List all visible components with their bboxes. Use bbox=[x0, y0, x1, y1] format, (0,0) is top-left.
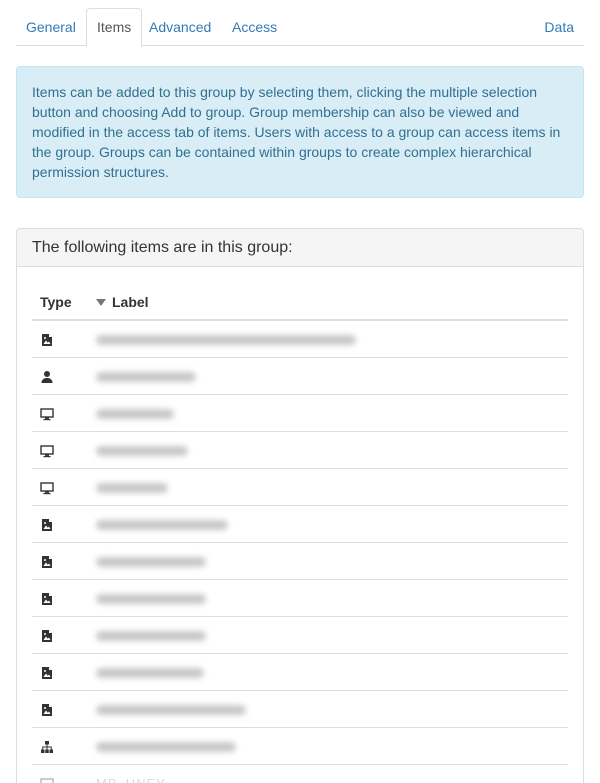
table-row[interactable] bbox=[32, 468, 568, 506]
monitor-icon bbox=[40, 441, 54, 457]
group-items-page: General Items Advanced Access Data Items… bbox=[0, 0, 600, 783]
type-cell bbox=[32, 579, 88, 617]
table-row[interactable] bbox=[32, 690, 568, 728]
redacted-label bbox=[96, 408, 174, 419]
type-cell bbox=[32, 431, 88, 469]
label-cell[interactable] bbox=[88, 616, 568, 654]
redacted-label bbox=[96, 519, 228, 530]
table-row[interactable] bbox=[32, 505, 568, 543]
type-cell bbox=[32, 320, 88, 358]
redacted-label bbox=[96, 667, 204, 678]
table-row[interactable] bbox=[32, 616, 568, 654]
image-icon bbox=[40, 589, 54, 605]
table-row[interactable] bbox=[32, 653, 568, 691]
redacted-label bbox=[96, 482, 168, 493]
type-cell bbox=[32, 468, 88, 506]
type-column-header[interactable]: Type bbox=[32, 284, 88, 321]
redacted-label bbox=[96, 371, 196, 382]
label-column-title: Label bbox=[112, 293, 149, 310]
table-row[interactable] bbox=[32, 394, 568, 432]
type-cell bbox=[32, 690, 88, 728]
table-row[interactable] bbox=[32, 579, 568, 617]
tab-access[interactable]: Access bbox=[222, 8, 287, 46]
type-cell bbox=[32, 727, 88, 765]
tab-data[interactable]: Data bbox=[534, 8, 584, 46]
label-cell[interactable] bbox=[88, 431, 568, 469]
redacted-label bbox=[96, 630, 206, 641]
redacted-label bbox=[96, 593, 206, 604]
label-cell[interactable] bbox=[88, 653, 568, 691]
redacted-label bbox=[96, 741, 236, 752]
info-alert: Items can be added to this group by sele… bbox=[16, 66, 584, 198]
hierarchy-icon bbox=[40, 737, 54, 753]
monitor-icon bbox=[40, 478, 54, 494]
table-row[interactable] bbox=[32, 357, 568, 395]
label-cell[interactable] bbox=[88, 542, 568, 580]
tab-general[interactable]: General bbox=[16, 8, 86, 46]
image-icon bbox=[40, 700, 54, 716]
redacted-label bbox=[96, 704, 246, 715]
label-cell[interactable] bbox=[88, 690, 568, 728]
label-cell[interactable] bbox=[88, 727, 568, 765]
user-icon bbox=[40, 367, 54, 383]
type-cell bbox=[32, 505, 88, 543]
image-icon bbox=[40, 552, 54, 568]
group-items-panel: The following items are in this group: T… bbox=[16, 228, 584, 783]
panel-body: Type Label MB_UNEY bbox=[17, 284, 583, 783]
image-icon bbox=[40, 626, 54, 642]
label-cell[interactable] bbox=[88, 394, 568, 432]
redacted-label bbox=[96, 335, 356, 346]
item-label: MB_UNEY bbox=[96, 776, 166, 783]
sort-descending-icon bbox=[96, 298, 106, 306]
table-row[interactable]: MB_UNEY bbox=[32, 764, 568, 783]
label-column-header[interactable]: Label bbox=[88, 284, 568, 321]
monitor-icon bbox=[40, 404, 54, 420]
redacted-label bbox=[96, 556, 206, 567]
type-cell bbox=[32, 616, 88, 654]
label-cell[interactable] bbox=[88, 579, 568, 617]
tab-bar: General Items Advanced Access Data bbox=[16, 8, 584, 47]
image-icon bbox=[40, 331, 54, 347]
items-table: Type Label MB_UNEY bbox=[32, 284, 568, 783]
label-cell[interactable] bbox=[88, 468, 568, 506]
label-cell[interactable] bbox=[88, 357, 568, 395]
type-cell bbox=[32, 394, 88, 432]
tab-items[interactable]: Items bbox=[86, 8, 143, 47]
panel-heading: The following items are in this group: bbox=[17, 229, 583, 267]
table-row[interactable] bbox=[32, 542, 568, 580]
type-cell bbox=[32, 653, 88, 691]
table-header-row: Type Label bbox=[32, 284, 568, 321]
monitor-icon bbox=[40, 775, 54, 783]
label-cell[interactable]: MB_UNEY bbox=[88, 764, 568, 783]
table-row[interactable] bbox=[32, 431, 568, 469]
type-cell bbox=[32, 542, 88, 580]
tab-advanced[interactable]: Advanced bbox=[139, 8, 221, 46]
image-icon bbox=[40, 515, 54, 531]
type-cell bbox=[32, 357, 88, 395]
label-cell[interactable] bbox=[88, 505, 568, 543]
type-cell bbox=[32, 764, 88, 783]
label-cell[interactable] bbox=[88, 320, 568, 358]
table-row[interactable] bbox=[32, 320, 568, 358]
image-icon bbox=[40, 663, 54, 679]
table-row[interactable] bbox=[32, 727, 568, 765]
redacted-label bbox=[96, 445, 188, 456]
